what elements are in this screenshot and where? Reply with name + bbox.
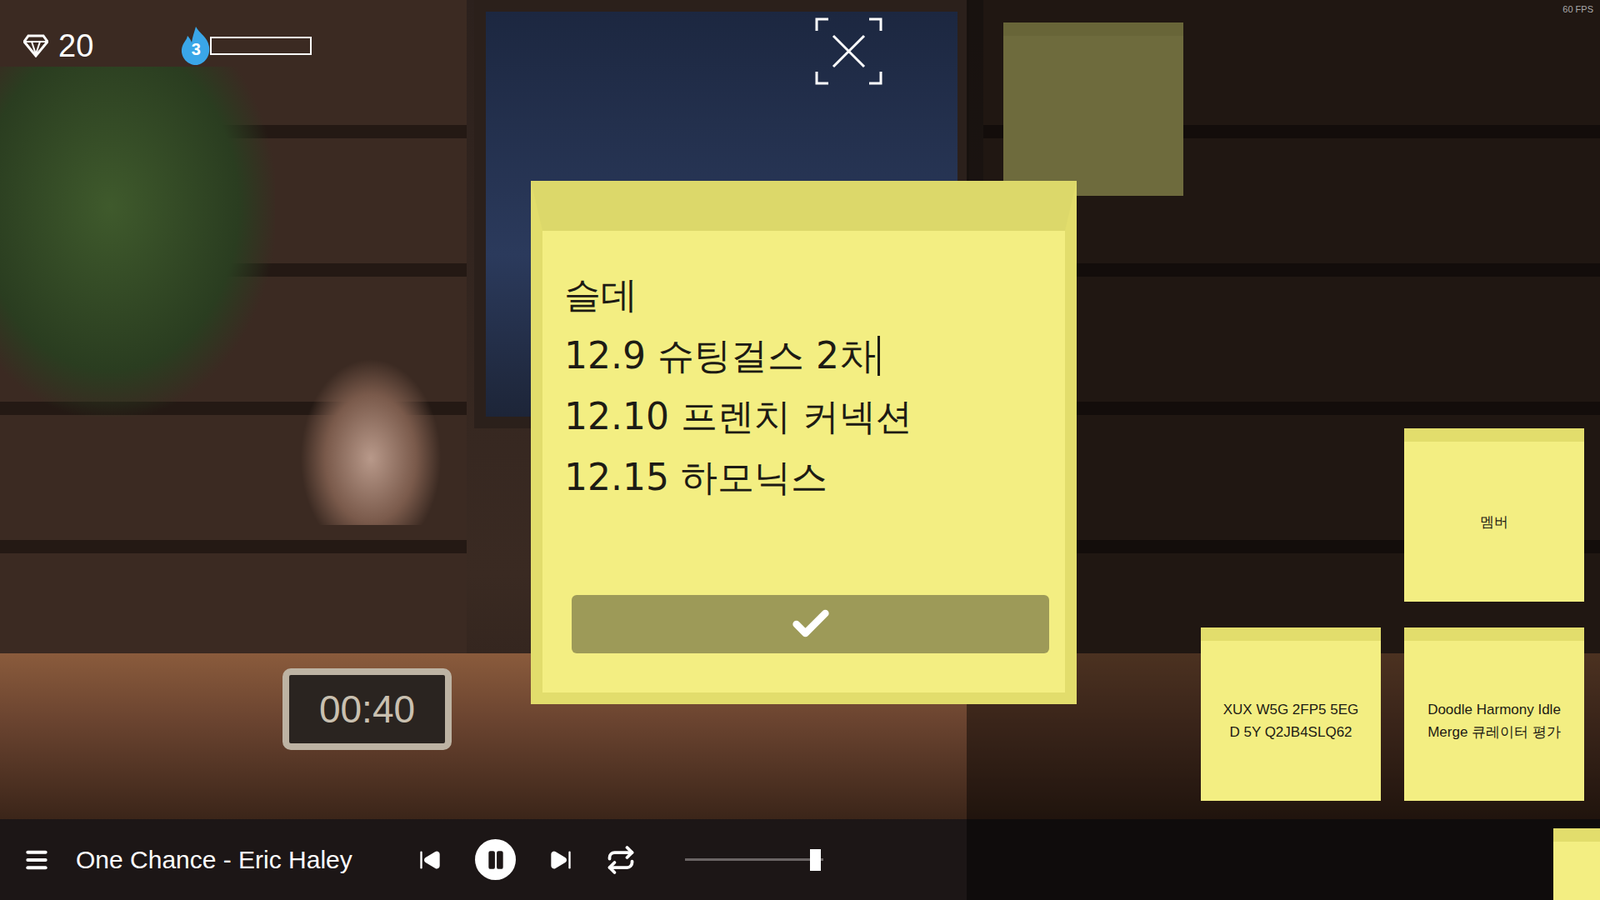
menu-button[interactable]	[23, 846, 50, 874]
note-text: Doodle Harmony Idle Merge 큐레이터 평가	[1414, 698, 1575, 744]
pause-icon	[485, 849, 507, 871]
sticky-note[interactable]: Doodle Harmony Idle Merge 큐레이터 평가	[1404, 627, 1585, 801]
gem-count: 20	[58, 28, 94, 65]
menu-icon	[23, 846, 50, 874]
repeat-icon	[605, 845, 636, 875]
streak-count: 3	[191, 40, 201, 60]
note-text: 멤버	[1480, 510, 1509, 534]
track-title: One Chance - Eric Haley	[75, 845, 419, 875]
hud: 20 3	[23, 25, 312, 67]
confirm-button[interactable]	[571, 595, 1050, 654]
sticky-note[interactable]: XUX W5G 2FP5 5EGD 5Y Q2JB4SLQ62	[1200, 627, 1381, 801]
next-icon	[549, 848, 573, 872]
volume-track	[685, 858, 824, 861]
close-button[interactable]	[815, 17, 883, 85]
text-caret	[877, 335, 880, 376]
close-icon	[815, 17, 883, 85]
desk-screen: 20 3 60 FPS 슬데12.9 슈팅걸스 2차12.10 프렌치 커넥션12.1…	[0, 0, 1600, 900]
volume-thumb[interactable]	[810, 849, 821, 871]
gem-icon	[23, 34, 49, 58]
timer-text: 00:40	[319, 686, 415, 732]
streak-badge: 3	[176, 25, 215, 67]
desk-clock: 00:40	[282, 668, 452, 750]
sticky-note[interactable]: 멤버	[1404, 428, 1585, 602]
repeat-button[interactable]	[605, 845, 636, 875]
note-editor[interactable]: 슬데12.9 슈팅걸스 2차12.10 프렌치 커넥션12.15 하모닉스	[530, 180, 1077, 705]
desk-lamp	[300, 358, 442, 525]
next-button[interactable]	[549, 848, 573, 872]
player-controls	[418, 839, 636, 880]
play-pause-button[interactable]	[475, 839, 516, 880]
streak-meter: 3	[176, 25, 312, 67]
previous-button[interactable]	[418, 848, 442, 872]
streak-bar	[210, 36, 312, 55]
volume-slider[interactable]	[685, 847, 824, 873]
note-line[interactable]: 12.10 프렌치 커넥션	[564, 385, 1044, 447]
previous-icon	[418, 848, 442, 872]
note-line[interactable]: 슬데	[564, 264, 1044, 325]
sticky-note[interactable]	[1553, 828, 1600, 900]
plant	[0, 66, 275, 417]
note-line[interactable]: 12.15 하모닉스	[564, 446, 1044, 508]
fps-counter: 60 FPS	[1562, 4, 1594, 15]
note-text: D 5Y Q2JB4SLQ62	[1229, 720, 1352, 744]
check-icon	[789, 602, 833, 646]
note-text: XUX W5G 2FP5 5EG	[1223, 698, 1360, 721]
note-line[interactable]: 12.9 슈팅걸스 2차	[564, 325, 1044, 386]
